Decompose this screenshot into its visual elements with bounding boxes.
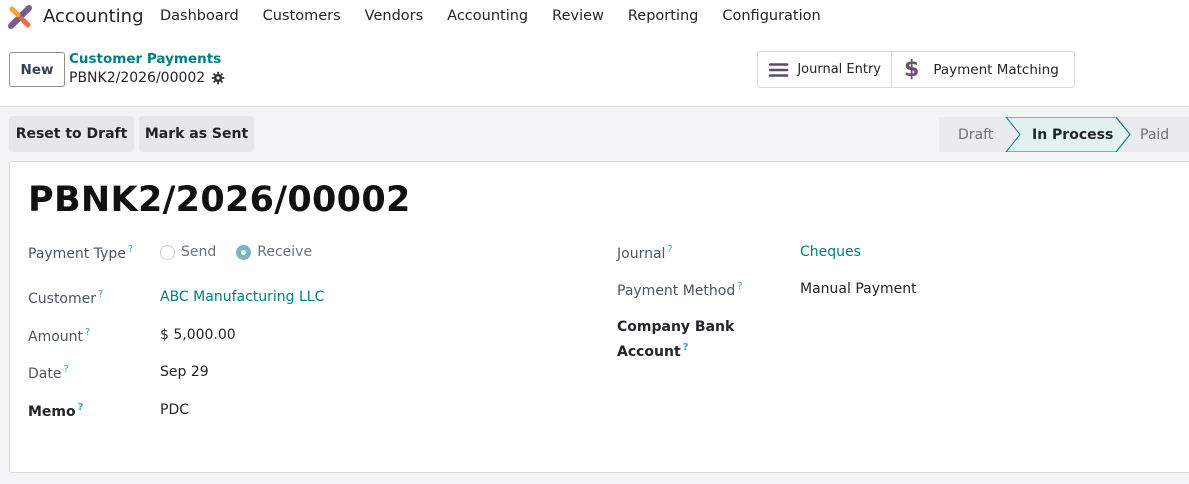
memo-label-text: Memo [28, 404, 76, 420]
amount-value[interactable]: $ 5,000.00 [160, 327, 236, 343]
list-icon [768, 62, 789, 77]
reset-to-draft-button[interactable]: Reset to Draft [9, 116, 134, 152]
help-icon[interactable]: ? [128, 244, 133, 255]
form-sheet: PBNK2/2026/00002 Payment Type? Send Rece… [9, 161, 1189, 473]
control-panel: New Customer Payments PBNK2/2026/00002 J… [0, 34, 1189, 107]
dollar-icon: $ [904, 56, 920, 82]
payment-type-label-text: Payment Type [28, 246, 126, 262]
stage-paid[interactable]: Paid [1140, 117, 1169, 152]
radio-send[interactable] [160, 244, 175, 260]
menu-review[interactable]: Review [552, 8, 604, 24]
payment-method-label-text: Payment Method [617, 283, 736, 299]
breadcrumb-customer-payments[interactable]: Customer Payments [69, 51, 221, 67]
company-bank-label-text: Account [617, 344, 681, 360]
radio-receive[interactable] [236, 244, 252, 260]
customer-label-text: Customer [28, 291, 97, 307]
menu-customers[interactable]: Customers [263, 8, 341, 24]
accounting-app-icon[interactable] [8, 5, 32, 29]
amount-label-text: Amount [28, 329, 84, 345]
memo-value[interactable]: PDC [160, 402, 189, 418]
gear-icon[interactable] [211, 71, 225, 85]
main-menu: Dashboard Customers Vendors Accounting R… [160, 8, 845, 24]
menu-accounting[interactable]: Accounting [447, 8, 528, 24]
payment-title: PBNK2/2026/00002 [28, 180, 411, 220]
journal-entry-label: Journal Entry [797, 62, 881, 77]
amount-label: Amount? [28, 327, 90, 345]
menu-configuration[interactable]: Configuration [722, 8, 820, 24]
stage-in-process[interactable]: In Process [1032, 117, 1113, 152]
payment-type-radio: Send Receive [160, 244, 326, 260]
customer-label: Customer? [28, 289, 103, 307]
help-icon[interactable]: ? [98, 289, 103, 300]
help-icon[interactable]: ? [737, 281, 742, 292]
stage-draft[interactable]: Draft [958, 117, 993, 152]
mark-as-sent-button[interactable]: Mark as Sent [139, 116, 254, 152]
journal-entry-button[interactable]: Journal Entry [758, 52, 891, 87]
menu-reporting[interactable]: Reporting [628, 8, 699, 24]
journal-label-text: Journal [617, 246, 666, 262]
help-icon[interactable]: ? [85, 327, 90, 338]
company-bank-account-field[interactable] [800, 319, 1100, 341]
customer-value[interactable]: ABC Manufacturing LLC [160, 289, 324, 305]
menu-vendors[interactable]: Vendors [365, 8, 424, 24]
payment-type-label: Payment Type? [28, 244, 133, 262]
company-bank-label-line1: Company Bank [617, 319, 735, 335]
breadcrumb-current-record: PBNK2/2026/00002 [69, 70, 225, 86]
help-icon[interactable]: ? [683, 342, 689, 353]
help-icon[interactable]: ? [63, 364, 68, 375]
top-navbar: Accounting Dashboard Customers Vendors A… [0, 0, 1189, 34]
status-stages: Draft In Process Paid [939, 117, 1189, 152]
date-label-text: Date [28, 366, 62, 382]
payment-matching-label: Payment Matching [933, 61, 1059, 78]
payment-method-value[interactable]: Manual Payment [800, 281, 917, 297]
form-statusbar: Reset to Draft Mark as Sent Draft In Pro… [0, 107, 1189, 162]
help-icon[interactable]: ? [667, 244, 672, 255]
app-name[interactable]: Accounting [43, 6, 144, 27]
radio-send-label[interactable]: Send [181, 244, 216, 260]
record-name-text: PBNK2/2026/00002 [69, 70, 206, 86]
smart-buttons: Journal Entry $ Payment Matching [757, 51, 1075, 88]
radio-receive-label[interactable]: Receive [257, 244, 312, 260]
journal-label: Journal? [617, 244, 673, 262]
menu-dashboard[interactable]: Dashboard [160, 8, 239, 24]
payment-matching-button[interactable]: $ Payment Matching [891, 52, 1074, 87]
memo-label: Memo? [28, 402, 83, 420]
journal-value[interactable]: Cheques [800, 244, 861, 260]
payment-method-label: Payment Method? [617, 281, 743, 299]
date-value[interactable]: Sep 29 [160, 364, 209, 380]
company-bank-label-line2: Account? [617, 342, 689, 360]
help-icon[interactable]: ? [78, 402, 84, 413]
date-label: Date? [28, 364, 69, 382]
new-button[interactable]: New [9, 52, 65, 87]
